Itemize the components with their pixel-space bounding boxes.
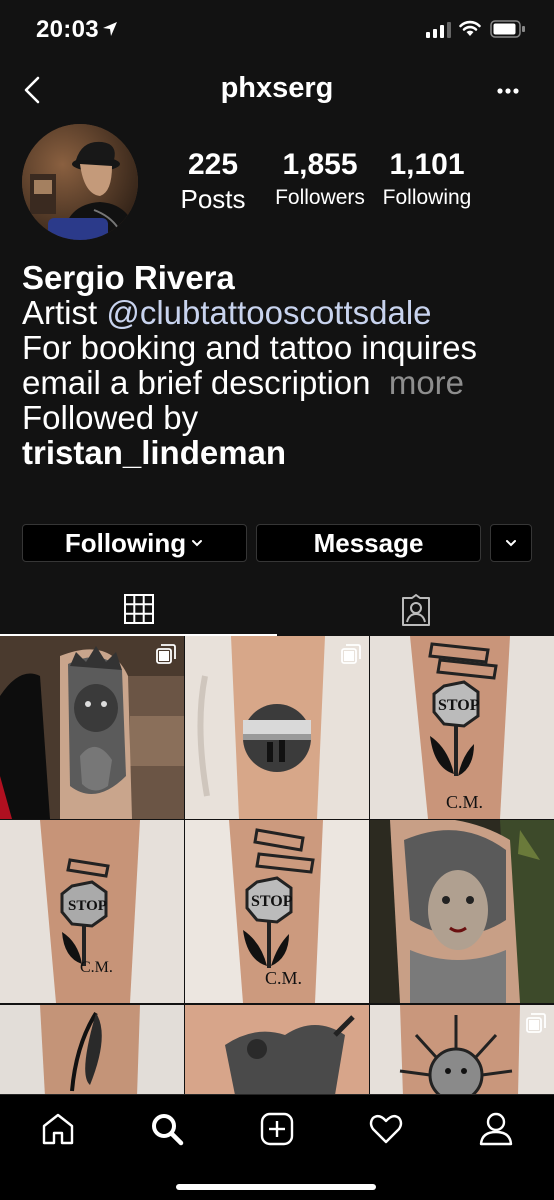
post-thumbnail[interactable]: STOP C.M. [0, 820, 184, 1003]
stat-followers-label: Followers [275, 186, 365, 209]
profile-username-title: phxserg [220, 72, 334, 104]
svg-text:C.M.: C.M. [446, 792, 483, 812]
stat-following-label: Following [382, 186, 472, 209]
post-thumbnail[interactable] [0, 636, 184, 819]
stat-posts: 225 Posts [170, 148, 256, 215]
cell-signal-icon [426, 22, 451, 38]
following-button-label: Following [64, 527, 187, 558]
post-image: STOP C.M. [185, 820, 369, 1003]
stat-posts-number: 225 [187, 148, 239, 181]
avatar[interactable] [22, 124, 138, 240]
svg-text:STOP: STOP [68, 898, 107, 914]
stat-posts-label: Posts [180, 184, 246, 214]
avatar-photo [22, 124, 138, 240]
bio-description: For booking and tattoo inquires email a … [22, 330, 542, 400]
post-thumbnail[interactable]: STOP C.M. [370, 636, 554, 819]
profile-name: Sergio Rivera [22, 259, 235, 296]
svg-text:STOP: STOP [251, 893, 293, 910]
wifi-icon [459, 20, 481, 36]
post-image [0, 1005, 184, 1094]
svg-text:C.M.: C.M. [265, 968, 302, 988]
post-thumbnail[interactable] [185, 1005, 369, 1094]
post-image [370, 820, 554, 1003]
bio-mention-link[interactable]: @clubtattooscottsdale [106, 294, 431, 331]
nav-bar: phxserg [0, 62, 554, 118]
tagged-icon [401, 594, 430, 626]
home-icon[interactable] [40, 1111, 76, 1147]
chevron-down-icon [506, 540, 516, 547]
tab-posts-grid[interactable] [0, 584, 277, 636]
stat-followers[interactable]: 1,855 Followers [268, 148, 372, 210]
following-button[interactable]: Following [22, 524, 247, 562]
profile-action-buttons: Following Message [22, 524, 534, 562]
svg-text:STOP: STOP [438, 697, 480, 714]
stat-followers-number: 1,855 [282, 148, 358, 181]
chevron-down-icon [192, 540, 203, 547]
home-indicator[interactable] [176, 1184, 376, 1190]
post-thumbnail[interactable]: STOP C.M. [185, 820, 369, 1003]
bio-more-link[interactable]: more [389, 364, 464, 401]
post-image [185, 1005, 369, 1094]
multiple-photos-icon [526, 1013, 546, 1033]
search-icon[interactable] [149, 1111, 185, 1147]
tab-tagged[interactable] [277, 584, 554, 636]
bio-line-artist: Artist @clubtattooscottsdale [22, 295, 542, 330]
suggested-accounts-button[interactable] [490, 524, 532, 562]
message-button-label: Message [313, 527, 424, 558]
post-thumbnail[interactable] [370, 1005, 554, 1094]
post-image: STOP C.M. [0, 820, 184, 1003]
stat-following-number: 1,101 [389, 148, 465, 181]
post-image: STOP C.M. [370, 636, 554, 819]
posts-grid: STOP C.M. STOP C.M. STOP C.M. [0, 636, 554, 1094]
followed-by-label: Followed by [22, 399, 199, 436]
activity-heart-icon[interactable] [368, 1111, 404, 1147]
multiple-photos-icon [341, 644, 361, 664]
message-button[interactable]: Message [256, 524, 481, 562]
followed-by-user-link[interactable]: tristan_lindeman [22, 435, 542, 470]
grid-icon [123, 594, 154, 624]
bio-prefix: Artist [22, 294, 107, 331]
more-options-icon[interactable] [488, 74, 528, 108]
post-thumbnail[interactable] [370, 820, 554, 1003]
multiple-photos-icon [156, 644, 176, 664]
new-post-icon[interactable] [259, 1111, 295, 1147]
profile-icon[interactable] [478, 1111, 514, 1147]
battery-icon [490, 20, 525, 38]
status-bar: 20:03 [0, 0, 554, 60]
post-thumbnail[interactable] [0, 1005, 184, 1094]
svg-text:C.M.: C.M. [80, 959, 113, 976]
profile-bio: Sergio Rivera Artist @clubtattooscottsda… [22, 260, 542, 470]
status-time: 20:03 [36, 16, 99, 43]
profile-tabs [0, 584, 554, 636]
post-thumbnail[interactable] [185, 636, 369, 819]
stat-following[interactable]: 1,101 Following [374, 148, 480, 210]
location-arrow-icon [103, 22, 117, 36]
